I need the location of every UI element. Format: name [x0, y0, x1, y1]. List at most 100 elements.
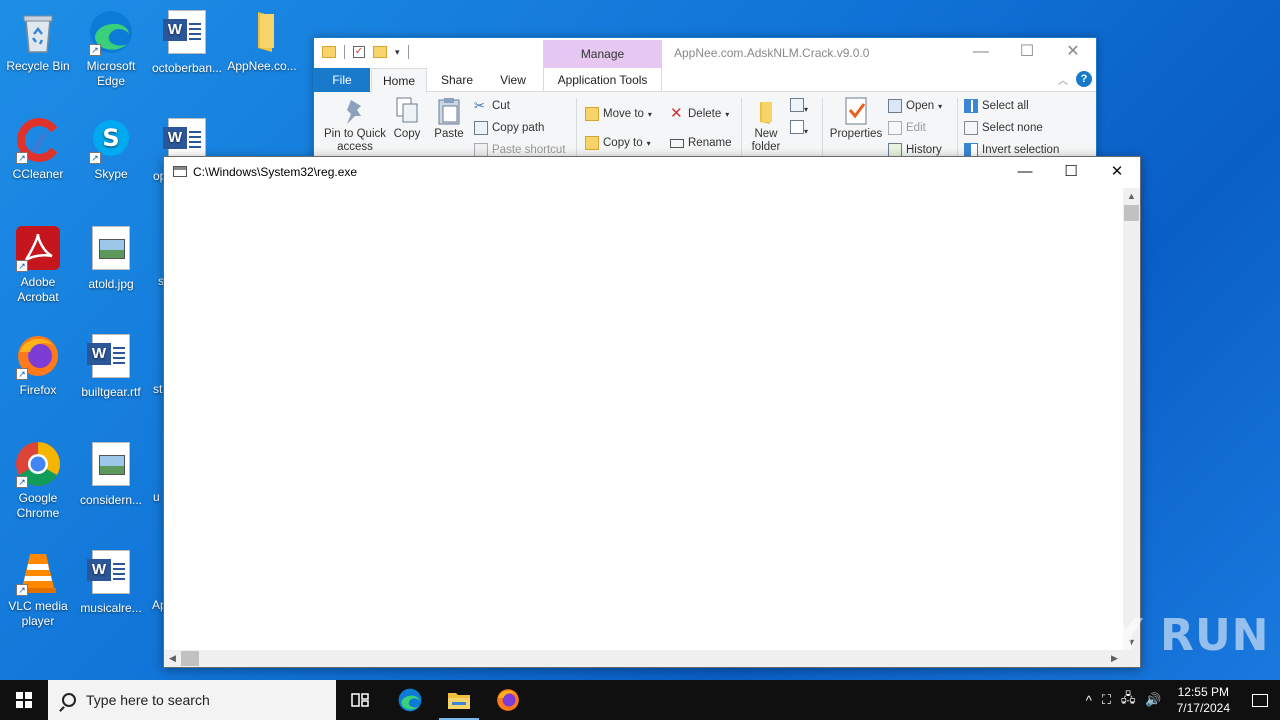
tab-application-tools[interactable]: Application Tools: [543, 68, 662, 92]
console-window-controls: — ☐ ✕: [1002, 157, 1140, 187]
explorer-titlebar[interactable]: ✓ ▾ Manage AppNee.com.AdskNLM.Crack.v9.0…: [314, 38, 1096, 68]
minimize-button[interactable]: —: [1002, 157, 1048, 187]
scroll-left-icon[interactable]: ◀: [164, 650, 181, 667]
new-folder-icon: [752, 96, 780, 126]
firefox-label: Firefox: [19, 383, 57, 397]
rename-button[interactable]: Rename: [670, 133, 731, 153]
minimize-button[interactable]: —: [958, 38, 1004, 68]
start-button[interactable]: [0, 680, 48, 720]
copy-path-button[interactable]: Copy path: [474, 118, 544, 138]
considern-label: considern...: [79, 493, 143, 507]
search-placeholder: Type here to search: [86, 692, 210, 708]
file-explorer-icon: [448, 693, 470, 709]
collapse-ribbon-icon[interactable]: ︿: [1058, 72, 1068, 87]
delete-button[interactable]: ✕ Delete ▾: [670, 104, 729, 124]
easy-access-button[interactable]: ▾: [790, 120, 808, 137]
properties-icon: [842, 96, 870, 126]
reg-exe-console-window[interactable]: C:\Windows\System32\reg.exe — ☐ ✕ ▲ ▼ ◀ …: [163, 156, 1141, 668]
shortcut-arrow-icon: ↗: [16, 368, 28, 380]
desktop-icon-skype[interactable]: S ↗ Skype: [73, 116, 149, 182]
tab-share[interactable]: Share: [434, 68, 480, 92]
properties-check-icon[interactable]: ✓: [353, 46, 365, 58]
taskbar-edge[interactable]: [386, 680, 434, 720]
desktop-icon-musicalre[interactable]: W musicalre...: [73, 548, 149, 616]
desktop-icon-firefox[interactable]: ↗ Firefox: [0, 332, 76, 398]
close-button[interactable]: ✕: [1094, 157, 1140, 187]
shortcut-arrow-icon: ↗: [89, 152, 101, 164]
help-icon[interactable]: ?: [1076, 71, 1092, 87]
cut-button[interactable]: ✂ Cut: [474, 96, 510, 116]
tray-overflow-caret-icon[interactable]: ^: [1081, 693, 1097, 708]
desktop-icon-octoberban[interactable]: W octoberban...: [149, 8, 225, 76]
desktop-icon-vlc[interactable]: ↗ VLC media player: [0, 548, 76, 629]
notification-center-button[interactable]: [1240, 680, 1280, 720]
copy-button[interactable]: Copy: [390, 92, 424, 140]
delete-x-icon: ✕: [670, 105, 683, 122]
properties-button[interactable]: Properties: [826, 92, 886, 140]
console-app-icon[interactable]: [173, 166, 187, 177]
select-none-icon: [964, 121, 978, 135]
pin-icon: [341, 96, 369, 126]
taskbar-file-explorer[interactable]: [435, 680, 483, 720]
vlc-icon: ↗: [14, 548, 62, 596]
select-all-button[interactable]: Select all: [964, 96, 1029, 116]
qat-dropdown-icon[interactable]: ▾: [395, 47, 400, 58]
chrome-icon: ↗: [14, 440, 62, 488]
tab-file[interactable]: File: [314, 68, 370, 92]
open-button[interactable]: Open ▾: [888, 96, 942, 116]
vertical-scrollbar[interactable]: ▲ ▼: [1123, 188, 1140, 651]
scroll-thumb[interactable]: [1124, 205, 1139, 221]
shortcut-arrow-icon: ↗: [16, 476, 28, 488]
maximize-button[interactable]: ☐: [1004, 38, 1050, 68]
skype-label: Skype: [94, 167, 128, 181]
volume-icon[interactable]: 🔊: [1140, 692, 1166, 708]
copy-to-button[interactable]: Copy to ▾: [585, 133, 651, 153]
desktop-icon-ccleaner[interactable]: ↗ CCleaner: [0, 116, 76, 182]
network-icon[interactable]: 🖧: [1116, 689, 1141, 711]
console-titlebar[interactable]: C:\Windows\System32\reg.exe — ☐ ✕: [164, 157, 1140, 188]
rename-icon: [670, 138, 684, 148]
tab-home[interactable]: Home: [371, 68, 427, 92]
paste-button[interactable]: Paste: [432, 92, 466, 140]
desktop-icon-google-chrome[interactable]: ↗ Google Chrome: [0, 440, 76, 521]
move-to-button[interactable]: Move to ▾: [585, 104, 652, 124]
task-view-button[interactable]: [336, 680, 384, 720]
new-item-button[interactable]: ▾: [790, 98, 808, 115]
recycle-bin-label: Recycle Bin: [6, 59, 70, 73]
pin-to-quick-access-button[interactable]: Pin to Quick access: [318, 92, 392, 154]
tab-view[interactable]: View: [490, 68, 536, 92]
new-folder-button[interactable]: New folder: [746, 92, 786, 154]
tray-device-icon[interactable]: ⛶: [1097, 692, 1116, 708]
clock-date: 7/17/2024: [1176, 701, 1230, 715]
taskbar-firefox[interactable]: [484, 680, 532, 720]
scroll-up-icon[interactable]: ▲: [1123, 188, 1140, 205]
taskbar-clock[interactable]: 12:55 PM 7/17/2024: [1167, 684, 1240, 716]
shortcut-arrow-icon: ↗: [89, 44, 101, 56]
maximize-button[interactable]: ☐: [1048, 157, 1094, 187]
desktop-icon-considern[interactable]: considern...: [73, 440, 149, 508]
taskbar-search-box[interactable]: Type here to search: [48, 680, 336, 720]
dropdown-arrow-icon: ▾: [647, 109, 652, 119]
desktop-icon-appnee-folder[interactable]: AppNee.co...: [224, 8, 300, 74]
manage-tab[interactable]: Manage: [543, 40, 662, 68]
quick-access-toolbar: ✓ ▾: [322, 45, 409, 59]
desktop-icon-builtgear-rtf[interactable]: W builtgear.rtf: [73, 332, 149, 400]
shortcut-arrow-icon: ↗: [16, 152, 28, 164]
edge-label: Microsoft Edge: [86, 59, 136, 88]
folder-icon[interactable]: [322, 46, 336, 58]
desktop-icon-microsoft-edge[interactable]: ↗ Microsoft Edge: [73, 8, 149, 89]
desktop-icon-adobe-acrobat[interactable]: ↗ Adobe Acrobat: [0, 224, 76, 305]
octoberban-label: octoberban...: [151, 61, 223, 75]
scroll-thumb[interactable]: [181, 651, 199, 666]
file-explorer-window[interactable]: ✓ ▾ Manage AppNee.com.AdskNLM.Crack.v9.0…: [313, 37, 1097, 167]
copy-icon: [393, 96, 421, 126]
chrome-label: Google Chrome: [16, 491, 60, 520]
desktop-icon-recycle-bin[interactable]: Recycle Bin: [0, 8, 76, 74]
atold-label: atold.jpg: [88, 277, 134, 291]
horizontal-scrollbar[interactable]: ◀ ▶: [164, 650, 1123, 667]
close-button[interactable]: ✕: [1050, 38, 1096, 68]
edit-button[interactable]: Edit: [888, 118, 926, 138]
select-none-button[interactable]: Select none: [964, 118, 1043, 138]
new-folder-icon[interactable]: [373, 46, 387, 58]
desktop-icon-atold-jpg[interactable]: atold.jpg: [73, 224, 149, 292]
